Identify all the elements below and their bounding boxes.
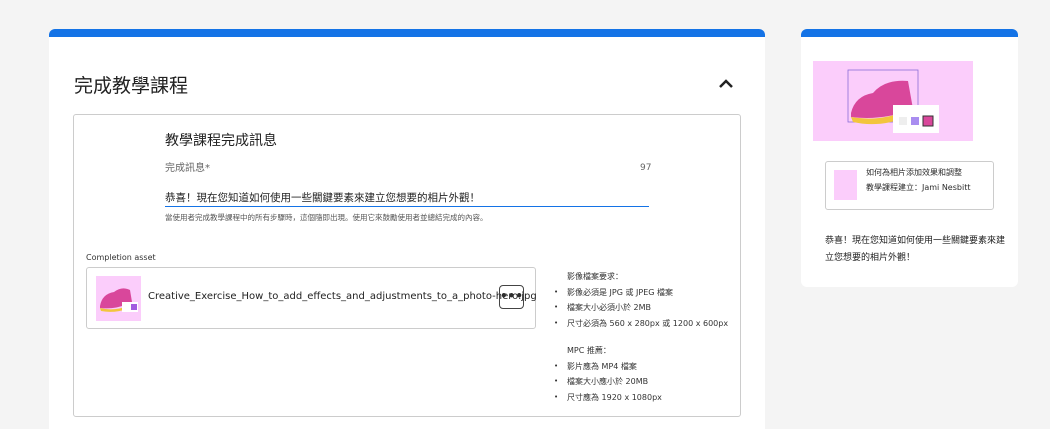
req-item: 尺寸應為 1920 x 1080px bbox=[554, 390, 662, 406]
char-count: 97 bbox=[640, 163, 652, 173]
req-item: 尺寸必須為 560 x 280px 或 1200 x 600px bbox=[554, 316, 728, 332]
message-label: 完成訊息* bbox=[165, 163, 210, 174]
tutorial-preview-item[interactable]: 如何為相片添加效果和調整 教學課程建立：Jami Nesbitt bbox=[825, 161, 994, 210]
tutorial-thumbnail bbox=[834, 170, 857, 200]
req-item: 檔案大小應小於 20MB bbox=[554, 374, 662, 390]
asset-thumbnail bbox=[96, 276, 141, 321]
mpc-req-heading: MPC 推薦： bbox=[567, 346, 611, 355]
req-item: 檔案大小必須小於 2MB bbox=[554, 300, 728, 316]
preview-card: 如何為相片添加效果和調整 教學課程建立：Jami Nesbitt 恭喜！現在您知… bbox=[801, 29, 1018, 287]
asset-item: Creative_Exercise_How_to_add_effects_and… bbox=[86, 267, 537, 329]
hero-image bbox=[813, 61, 973, 141]
asset-filename: Creative_Exercise_How_to_add_effects_and… bbox=[148, 291, 537, 302]
image-requirements: 影像檔案要求： 影像必須是 JPG 或 JPEG 檔案 檔案大小必須小於 2MB… bbox=[554, 269, 728, 331]
completion-message-input[interactable] bbox=[165, 185, 649, 207]
chevron-up-icon[interactable] bbox=[717, 75, 735, 93]
completion-message-panel: 教學課程完成訊息 完成訊息* 97 當使用者完成教學課程中的所有步驟時，這個隨即… bbox=[73, 114, 741, 417]
section-title: 完成教學課程 bbox=[74, 75, 189, 97]
mpc-requirements: MPC 推薦： 影片應為 MP4 檔案 檔案大小應小於 20MB 尺寸應為 19… bbox=[554, 343, 662, 405]
req-item: 影片應為 MP4 檔案 bbox=[554, 359, 662, 375]
tutorial-author: 教學課程建立：Jami Nesbitt bbox=[866, 183, 971, 192]
shoe-image-icon bbox=[100, 288, 138, 312]
shoe-hero-icon bbox=[847, 69, 939, 133]
completion-section-card: 完成教學課程 教學課程完成訊息 完成訊息* 97 當使用者完成教學課程中的所有步… bbox=[49, 29, 765, 429]
preview-message: 恭喜！現在您知道如何使用一些關鍵要素來建立您想要的相片外觀！ bbox=[825, 236, 1006, 263]
more-options-button[interactable]: ••• bbox=[499, 285, 524, 309]
panel-heading: 教學課程完成訊息 bbox=[165, 133, 277, 149]
image-req-heading: 影像檔案要求： bbox=[567, 272, 623, 281]
req-item: 影像必須是 JPG 或 JPEG 檔案 bbox=[554, 285, 728, 301]
message-hint: 當使用者完成教學課程中的所有步驟時，這個隨即出現。使用它來鼓勵使用者並總結完成的… bbox=[165, 213, 488, 222]
asset-label: Completion asset bbox=[86, 253, 156, 262]
tutorial-title: 如何為相片添加效果和調整 bbox=[866, 168, 962, 177]
